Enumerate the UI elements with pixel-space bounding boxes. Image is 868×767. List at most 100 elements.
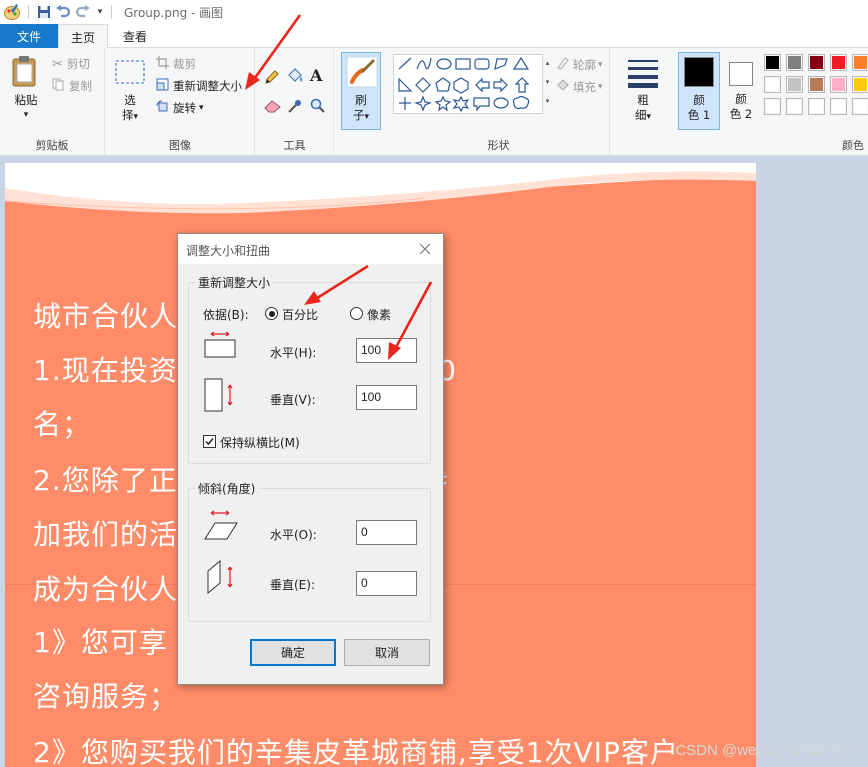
paint-app-icon[interactable] — [2, 2, 22, 22]
color-swatch-fill — [854, 78, 867, 91]
workspace-background — [756, 163, 868, 767]
size-label-1: 粗 — [637, 93, 649, 107]
crop-icon — [156, 56, 169, 72]
rotate-label: 旋转 — [173, 101, 196, 115]
color-swatch[interactable] — [830, 54, 847, 71]
brushes-group: 刷 子▾ — [335, 48, 387, 156]
color-swatch[interactable] — [786, 76, 803, 93]
image-group-label: 图像 — [169, 139, 191, 152]
canvas-text-line: 咨询服务； — [33, 680, 179, 713]
percent-label[interactable]: 百分比 — [282, 306, 318, 323]
color-swatch-fill — [766, 78, 779, 91]
cut-button[interactable]: ✂ 剪切 — [52, 56, 90, 72]
color-swatch[interactable] — [808, 54, 825, 71]
color-swatch[interactable] — [786, 98, 803, 115]
separator — [28, 5, 29, 19]
brushes-button[interactable]: 刷 子▾ — [341, 52, 381, 130]
keep-ratio-label[interactable]: 保持纵横比(M) — [220, 434, 300, 451]
fill-icon — [556, 78, 570, 95]
color-swatch[interactable] — [852, 54, 868, 71]
percent-radio[interactable] — [265, 307, 278, 320]
clipboard-group: 粘贴 ▾ ✂ 剪切 复制 剪贴板 — [0, 48, 105, 156]
fill-bucket-icon[interactable] — [286, 68, 304, 88]
color-swatch[interactable] — [852, 76, 868, 93]
outline-dropdown-icon[interactable]: ▾ — [598, 60, 603, 70]
color-swatch[interactable] — [830, 76, 847, 93]
paste-label: 粘贴 — [14, 93, 38, 107]
size-dropdown-icon[interactable]: ▾ — [646, 112, 651, 122]
color-swatch[interactable] — [764, 54, 781, 71]
horizontal-input[interactable]: 100 — [356, 338, 417, 363]
redo-icon[interactable] — [73, 2, 93, 22]
tab-file[interactable]: 文件 — [0, 24, 58, 48]
color-picker-icon[interactable] — [287, 98, 303, 117]
color-swatch-fill — [788, 56, 801, 69]
color2-label-2: 色 2 — [729, 107, 753, 121]
color-swatch[interactable] — [764, 98, 781, 115]
rotate-icon — [156, 100, 169, 116]
keep-ratio-checkbox[interactable] — [203, 435, 216, 448]
window-title: Group.png - 画图 — [124, 5, 224, 20]
color-swatch[interactable] — [808, 98, 825, 115]
color-swatch[interactable] — [852, 98, 868, 115]
fill-button[interactable]: 填充 ▾ — [556, 78, 603, 95]
resize-button[interactable]: 重新调整大小 — [156, 78, 242, 94]
brushes-dropdown-icon[interactable]: ▾ — [364, 112, 369, 122]
shapes-scroll[interactable]: ▴ ▾ ▾ — [543, 54, 552, 114]
size-button[interactable]: 粗 细▾ — [628, 93, 658, 125]
skew-vertical-input[interactable]: 0 — [356, 571, 417, 596]
copy-button[interactable]: 复制 — [52, 78, 92, 94]
shapes-gallery[interactable] — [393, 54, 543, 114]
pixels-label[interactable]: 像素 — [367, 306, 391, 323]
paste-icon[interactable] — [11, 56, 41, 91]
select-dropdown-icon[interactable]: ▾ — [133, 112, 138, 122]
close-icon[interactable] — [415, 239, 435, 259]
eraser-icon[interactable] — [264, 99, 281, 116]
tab-home[interactable]: 主页 — [58, 24, 108, 49]
rotate-button[interactable]: 旋转 ▾ — [156, 100, 204, 116]
pixels-radio[interactable] — [350, 307, 363, 320]
color1-label-2: 色 1 — [687, 108, 711, 122]
skew-horizontal-input[interactable]: 0 — [356, 520, 417, 545]
paste-button[interactable]: 粘贴 ▾ — [8, 93, 44, 123]
line-width-icon[interactable] — [628, 58, 658, 91]
text-tool-icon[interactable]: A — [310, 66, 322, 85]
color-swatch-fill — [854, 56, 867, 69]
color-swatch-fill — [810, 100, 823, 113]
resize-horizontal-icon — [203, 330, 237, 361]
color1-swatch — [684, 57, 714, 87]
paste-dropdown-icon[interactable]: ▾ — [8, 108, 44, 123]
tools-group: A 工具 — [256, 48, 334, 156]
skew-vertical-label: 垂直(E): — [270, 578, 315, 592]
color2-button[interactable]: 颜 色 2 — [722, 52, 760, 130]
cancel-button[interactable]: 取消 — [344, 639, 430, 666]
color1-button[interactable]: 颜 色 1 — [678, 52, 720, 130]
vertical-input[interactable]: 100 — [356, 385, 417, 410]
rotate-dropdown-icon[interactable]: ▾ — [199, 103, 204, 113]
colors-group-label: 颜色 — [842, 139, 864, 152]
outline-button[interactable]: 轮廓 ▾ — [556, 56, 603, 73]
crop-button[interactable]: 裁剪 — [156, 56, 196, 72]
tab-view[interactable]: 查看 — [110, 24, 160, 48]
shapes-icons[interactable] — [394, 55, 544, 115]
select-button[interactable]: 选 择▾ — [114, 93, 146, 125]
color-swatch-fill — [810, 78, 823, 91]
color-swatch[interactable] — [808, 76, 825, 93]
clipboard-group-label: 剪贴板 — [35, 139, 69, 152]
fill-dropdown-icon[interactable]: ▾ — [598, 82, 603, 92]
color-swatch[interactable] — [764, 76, 781, 93]
customize-quick-access-icon[interactable]: ▾ — [93, 2, 107, 22]
shapes-group: ▴ ▾ ▾ 轮廓 ▾ 填充 ▾ 形状 — [388, 48, 610, 156]
save-icon[interactable] — [35, 2, 53, 22]
undo-icon[interactable] — [53, 2, 73, 22]
color-swatch[interactable] — [786, 54, 803, 71]
color-swatch[interactable] — [830, 98, 847, 115]
ok-button[interactable]: 确定 — [250, 639, 336, 666]
fill-label: 填充 — [573, 79, 596, 94]
magnifier-icon[interactable] — [310, 98, 326, 117]
copy-icon — [52, 78, 65, 94]
pencil-icon[interactable] — [264, 69, 280, 88]
canvas-text-line: 2》您购买我们的辛集皮革城商铺,享受1次VIP客户 — [33, 736, 679, 767]
dialog-title-bar: 调整大小和扭曲 — [178, 234, 443, 264]
select-icon[interactable] — [114, 58, 146, 89]
